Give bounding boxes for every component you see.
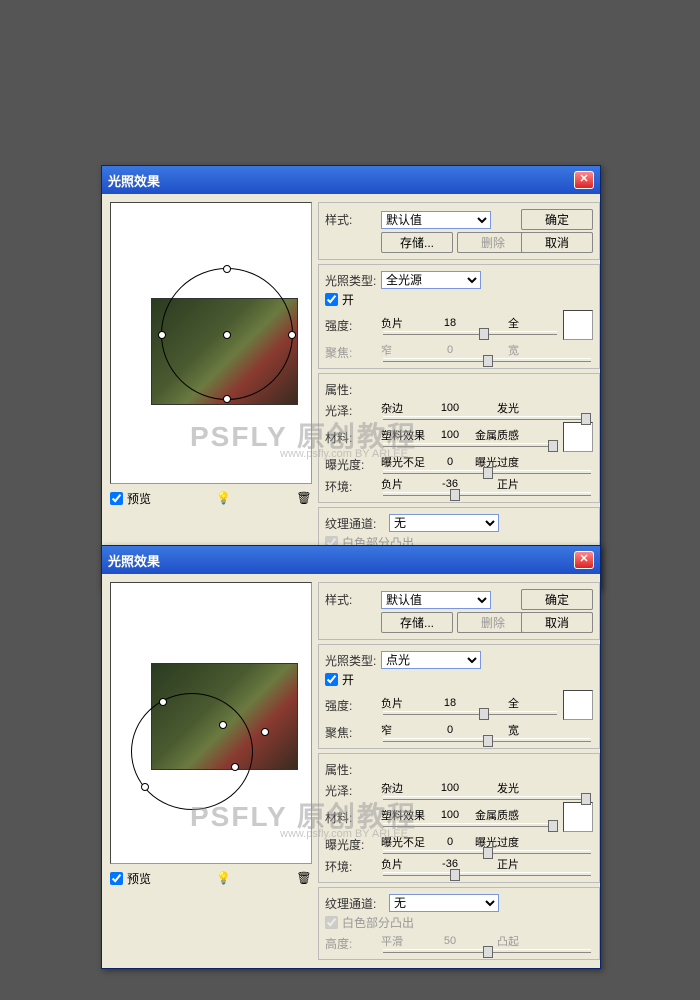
intensity-slider[interactable] — [383, 331, 557, 335]
style-label: 样式: — [325, 591, 377, 608]
ambient-label: 环境: — [325, 858, 377, 875]
close-icon[interactable]: ✕ — [574, 171, 594, 189]
ambient-slider[interactable] — [383, 872, 591, 876]
handle-center[interactable] — [219, 721, 227, 729]
on-checkbox[interactable]: 开 — [325, 671, 593, 688]
gloss-slider[interactable] — [383, 416, 591, 420]
intensity-slider[interactable] — [383, 711, 557, 715]
on-checkbox[interactable]: 开 — [325, 291, 593, 308]
controls-pane: 样式: 默认值 确定 存储... 删除 取消 光照类型: — [318, 202, 600, 580]
on-label: 开 — [342, 671, 354, 688]
focus-label: 聚焦: — [325, 344, 377, 361]
handle-c[interactable] — [141, 783, 149, 791]
preview-label: 预览 — [127, 490, 151, 507]
gloss-label: 光泽: — [325, 402, 377, 419]
white-high-checkbox: 白色部分凸出 — [325, 914, 593, 931]
focus-label: 聚焦: — [325, 724, 377, 741]
controls-pane: 样式: 默认值 确定 存储... 删除 取消 光照类型: — [318, 582, 600, 960]
dialog-title: 光照效果 — [108, 551, 160, 570]
ambient-color-swatch[interactable] — [563, 802, 593, 832]
props-label: 属性: — [325, 381, 377, 398]
preview-box[interactable] — [110, 582, 312, 864]
gloss-slider[interactable] — [383, 796, 591, 800]
delete-button: 删除 — [457, 232, 529, 253]
handle-top[interactable] — [223, 265, 231, 273]
style-label: 样式: — [325, 211, 377, 228]
white-high-check-input — [325, 916, 338, 929]
height-label: 高度: — [325, 935, 377, 952]
dialog-title: 光照效果 — [108, 171, 160, 190]
titlebar[interactable]: 光照效果 ✕ — [102, 166, 600, 194]
close-icon[interactable]: ✕ — [574, 551, 594, 569]
handle-a[interactable] — [159, 698, 167, 706]
material-slider[interactable] — [383, 823, 557, 827]
ambient-slider[interactable] — [383, 492, 591, 496]
titlebar[interactable]: 光照效果 ✕ — [102, 546, 600, 574]
preview-box[interactable] — [110, 202, 312, 484]
handle-left[interactable] — [158, 331, 166, 339]
exposure-label: 曝光度: — [325, 836, 377, 853]
lightbulb-icon[interactable]: 💡 — [216, 491, 232, 507]
gloss-label: 光泽: — [325, 782, 377, 799]
intensity-label: 强度: — [325, 317, 377, 334]
handle-b[interactable] — [231, 763, 239, 771]
light-type-select[interactable]: 全光源 — [381, 271, 481, 289]
light-type-label: 光照类型: — [325, 652, 377, 669]
light-color-swatch[interactable] — [563, 690, 593, 720]
focus-slider — [383, 358, 591, 362]
focus-slider[interactable] — [383, 738, 591, 742]
style-select[interactable]: 默认值 — [381, 591, 491, 609]
material-slider[interactable] — [383, 443, 557, 447]
lighting-effects-dialog-1: 光照效果 ✕ 预览 💡 🗑 — [101, 165, 601, 589]
texture-select[interactable]: 无 — [389, 514, 499, 532]
handle-center[interactable] — [223, 331, 231, 339]
on-check-input[interactable] — [325, 293, 338, 306]
style-select[interactable]: 默认值 — [381, 211, 491, 229]
texture-select[interactable]: 无 — [389, 894, 499, 912]
cancel-button[interactable]: 取消 — [521, 612, 593, 633]
texture-label: 纹理通道: — [325, 895, 385, 912]
handle-right[interactable] — [288, 331, 296, 339]
light-type-label: 光照类型: — [325, 272, 377, 289]
height-slider — [383, 949, 591, 953]
preview-check-input[interactable] — [110, 492, 123, 505]
trash-icon[interactable]: 🗑 — [296, 871, 312, 887]
delete-button: 删除 — [457, 612, 529, 633]
preview-check-input[interactable] — [110, 872, 123, 885]
preview-checkbox[interactable]: 预览 — [110, 870, 151, 887]
preview-label: 预览 — [127, 870, 151, 887]
light-type-select[interactable]: 点光 — [381, 651, 481, 669]
save-button[interactable]: 存储... — [381, 612, 453, 633]
cancel-button[interactable]: 取消 — [521, 232, 593, 253]
ok-button[interactable]: 确定 — [521, 589, 593, 610]
texture-label: 纹理通道: — [325, 515, 385, 532]
preview-pane: 预览 💡 🗑 — [110, 582, 312, 960]
on-check-input[interactable] — [325, 673, 338, 686]
on-label: 开 — [342, 291, 354, 308]
exposure-slider[interactable] — [383, 470, 591, 474]
preview-checkbox[interactable]: 预览 — [110, 490, 151, 507]
handle-bottom[interactable] — [223, 395, 231, 403]
exposure-label: 曝光度: — [325, 456, 377, 473]
preview-pane: 预览 💡 🗑 — [110, 202, 312, 580]
handle-d[interactable] — [261, 728, 269, 736]
light-ellipse[interactable] — [131, 693, 253, 810]
exposure-slider[interactable] — [383, 850, 591, 854]
material-label: 材料: — [325, 809, 377, 826]
light-color-swatch[interactable] — [563, 310, 593, 340]
lighting-effects-dialog-2: 光照效果 ✕ 预览 💡 🗑 — [101, 545, 601, 969]
save-button[interactable]: 存储... — [381, 232, 453, 253]
trash-icon[interactable]: 🗑 — [296, 491, 312, 507]
ambient-label: 环境: — [325, 478, 377, 495]
material-label: 材料: — [325, 429, 377, 446]
lightbulb-icon[interactable]: 💡 — [216, 871, 232, 887]
props-label: 属性: — [325, 761, 377, 778]
intensity-label: 强度: — [325, 697, 377, 714]
ok-button[interactable]: 确定 — [521, 209, 593, 230]
ambient-color-swatch[interactable] — [563, 422, 593, 452]
white-high-label: 白色部分凸出 — [342, 914, 414, 931]
